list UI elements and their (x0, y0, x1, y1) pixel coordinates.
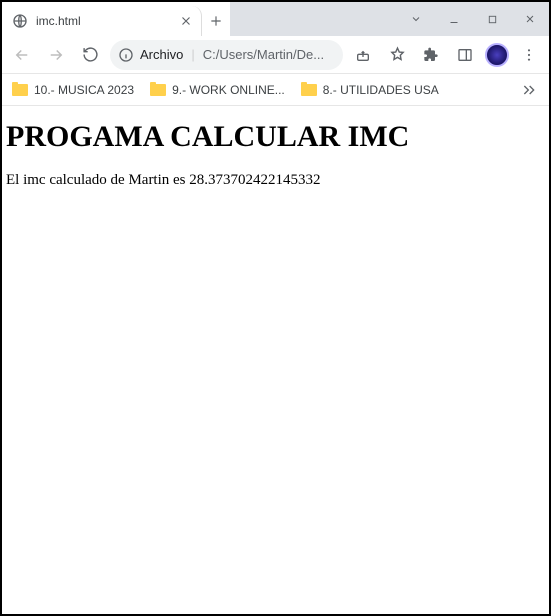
forward-button[interactable] (42, 41, 70, 69)
close-window-button[interactable] (511, 2, 549, 36)
page-content: PROGAMA CALCULAR IMC El imc calculado de… (2, 106, 549, 203)
page-heading: PROGAMA CALCULAR IMC (6, 120, 545, 154)
url-protocol: Archivo (140, 47, 183, 62)
profile-avatar[interactable] (485, 43, 509, 67)
window-titlebar: imc.html (2, 2, 549, 36)
back-button[interactable] (8, 41, 36, 69)
bookmark-label: 9.- WORK ONLINE... (172, 83, 285, 97)
bookmarks-overflow-icon[interactable] (519, 80, 539, 100)
bookmark-label: 10.- MUSICA 2023 (34, 83, 134, 97)
bookmarks-bar: 10.- MUSICA 2023 9.- WORK ONLINE... 8.- … (2, 74, 549, 106)
info-icon (118, 47, 134, 63)
tab-title: imc.html (36, 14, 171, 28)
url-separator: | (191, 47, 194, 62)
browser-toolbar: Archivo | C:/Users/Martin/De... (2, 36, 549, 74)
bookmark-item[interactable]: 9.- WORK ONLINE... (150, 83, 285, 97)
new-tab-button[interactable] (202, 6, 230, 36)
minimize-button[interactable] (435, 2, 473, 36)
star-icon[interactable] (383, 41, 411, 69)
bookmark-item[interactable]: 8.- UTILIDADES USA (301, 83, 439, 97)
extensions-icon[interactable] (417, 41, 445, 69)
url-path: C:/Users/Martin/De... (203, 47, 335, 62)
folder-icon (301, 84, 317, 96)
close-icon[interactable] (179, 14, 193, 28)
menu-icon[interactable] (515, 41, 543, 69)
reload-button[interactable] (76, 41, 104, 69)
address-bar[interactable]: Archivo | C:/Users/Martin/De... (110, 40, 343, 70)
bookmark-label: 8.- UTILIDADES USA (323, 83, 439, 97)
share-icon[interactable] (349, 41, 377, 69)
titlebar-drag-area (230, 2, 397, 36)
maximize-button[interactable] (473, 2, 511, 36)
imc-result-text: El imc calculado de Martin es 28.3737024… (6, 172, 545, 189)
window-controls (397, 2, 549, 36)
folder-icon (150, 84, 166, 96)
browser-tab[interactable]: imc.html (2, 6, 202, 36)
folder-icon (12, 84, 28, 96)
dropdown-icon[interactable] (397, 2, 435, 36)
sidepanel-icon[interactable] (451, 41, 479, 69)
globe-icon (12, 13, 28, 29)
bookmark-item[interactable]: 10.- MUSICA 2023 (12, 83, 134, 97)
